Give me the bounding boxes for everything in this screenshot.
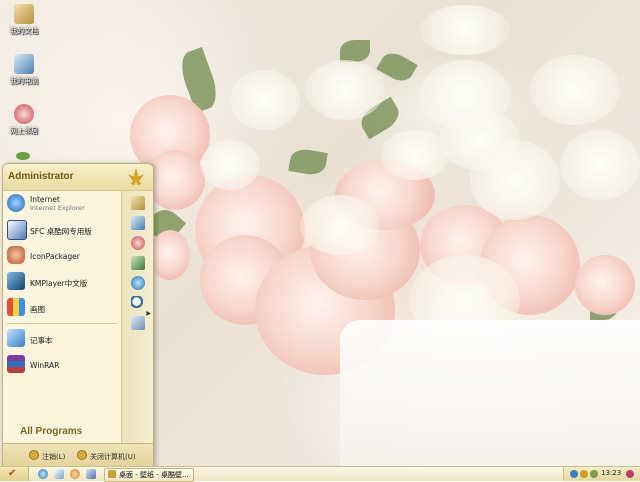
wallpaper-lace-flower [380, 130, 450, 180]
menu-item-internet-explorer[interactable]: Internet Internet Explorer [3, 191, 121, 217]
sfc-icon [7, 220, 27, 240]
logoff-label: 注销(L) [42, 453, 66, 461]
iconpackager-icon [7, 246, 25, 264]
run-icon[interactable] [131, 316, 145, 330]
user-name: Administrator [8, 171, 74, 182]
wallpaper-leaf [340, 40, 370, 62]
network-tray-icon[interactable] [570, 470, 578, 478]
desktop-icon-my-computer[interactable]: 我的电脑 [0, 54, 48, 86]
menu-item-title: KMPlayer中文版 [30, 279, 88, 288]
shutdown-button[interactable]: 关闭计算机(U) [77, 450, 136, 462]
submenu-arrow-icon: ▶ [146, 310, 151, 317]
globe-icon[interactable] [131, 276, 145, 290]
desktop-icon-network[interactable]: 网上邻居 [0, 104, 48, 136]
search-icon[interactable] [131, 296, 145, 310]
start-logo-icon: ✔ [8, 468, 17, 479]
wallpaper-rose [575, 255, 635, 315]
internet-explorer-icon[interactable] [38, 469, 48, 479]
volume-tray-icon[interactable] [580, 470, 588, 478]
app-tray-icon[interactable] [626, 470, 634, 478]
desktop-icon-label: 我的电脑 [10, 77, 38, 85]
wallpaper-lace-flower [420, 5, 510, 55]
wallpaper-lace-flower [230, 70, 300, 130]
menu-item-title: Internet [30, 195, 60, 204]
wallpaper-rose [150, 230, 190, 280]
wallpaper-lace-flower [305, 60, 385, 120]
start-button[interactable]: ✔ [0, 467, 29, 481]
show-desktop-icon[interactable] [54, 469, 64, 479]
start-menu-header: Administrator [3, 164, 153, 191]
my-documents-icon[interactable] [131, 196, 145, 210]
taskbar: ✔ 桌面 - 壁纸 - 桌酷壁... 13:23 [0, 466, 640, 482]
menu-item-kmplayer[interactable]: KMPlayer中文版 [3, 269, 121, 295]
menu-item-title: WinRAR [30, 361, 60, 370]
my-computer-icon [14, 54, 34, 74]
menu-item-title: 画图 [30, 305, 45, 314]
wallpaper-lace-flower [200, 140, 260, 190]
wallpaper-lace-flower [300, 195, 380, 255]
user-avatar-icon[interactable] [125, 166, 147, 188]
network-icon [14, 104, 34, 124]
logoff-icon [29, 450, 39, 460]
control-panel-icon[interactable] [131, 256, 145, 270]
leaf-icon [16, 152, 30, 160]
start-menu: Administrator Internet Internet Explorer… [2, 163, 154, 468]
media-player-icon[interactable] [70, 469, 80, 479]
wallpaper-rose [145, 150, 205, 210]
menu-item-winrar[interactable]: WinRAR [3, 352, 121, 378]
desktop-icon-my-documents[interactable]: 我的文档 [0, 4, 48, 36]
all-programs-button[interactable]: All Programs [20, 426, 82, 437]
wallpaper-lace-flower [470, 140, 560, 220]
wallpaper-lace-flower [530, 55, 620, 125]
my-computer-icon[interactable] [131, 216, 145, 230]
menu-item-subtitle: Internet Explorer [30, 204, 85, 212]
internet-explorer-icon [7, 194, 25, 212]
menu-item-notepad[interactable]: 记事本 [3, 326, 121, 352]
menu-item-title: 记事本 [30, 336, 53, 345]
menu-separator [7, 323, 117, 324]
wallpaper-lace-flower [560, 130, 640, 200]
system-tray: 13:23 [563, 467, 640, 481]
desktop-icon-label: 我的文档 [10, 27, 38, 35]
menu-item-sfc[interactable]: SFC 桌酷网专用版 [3, 217, 121, 243]
quick-launch-icon[interactable] [86, 469, 96, 479]
paint-icon [7, 298, 25, 316]
network-icon[interactable] [131, 236, 145, 250]
logoff-button[interactable]: 注销(L) [29, 450, 65, 462]
menu-item-iconpackager[interactable]: IconPackager [3, 243, 121, 269]
folder-icon [108, 470, 116, 478]
my-documents-icon [14, 4, 34, 24]
start-menu-footer: 注销(L) 关闭计算机(U) [3, 443, 153, 467]
shutdown-icon [77, 450, 87, 460]
wallpaper-leaf [288, 147, 328, 177]
menu-item-paint[interactable]: 画图 [3, 295, 121, 321]
tray-app-icon[interactable] [590, 470, 598, 478]
desktop-icon-label: 网上邻居 [10, 127, 38, 135]
notepad-icon [7, 329, 25, 347]
clock[interactable]: 13:23 [601, 469, 621, 477]
kmplayer-icon [7, 272, 25, 290]
taskbar-window-label: 桌面 - 壁纸 - 桌酷壁... [119, 471, 189, 479]
start-menu-programs: Internet Internet Explorer SFC 桌酷网专用版 Ic… [3, 191, 121, 378]
wallpaper-vase [340, 320, 640, 466]
winrar-icon [7, 355, 25, 373]
shutdown-label: 关闭计算机(U) [90, 453, 136, 461]
menu-item-title: SFC 桌酷网专用版 [30, 227, 92, 236]
menu-item-title: IconPackager [30, 252, 80, 261]
start-menu-places: ▶ [121, 191, 153, 464]
desktop-icon-partial[interactable] [16, 150, 32, 162]
